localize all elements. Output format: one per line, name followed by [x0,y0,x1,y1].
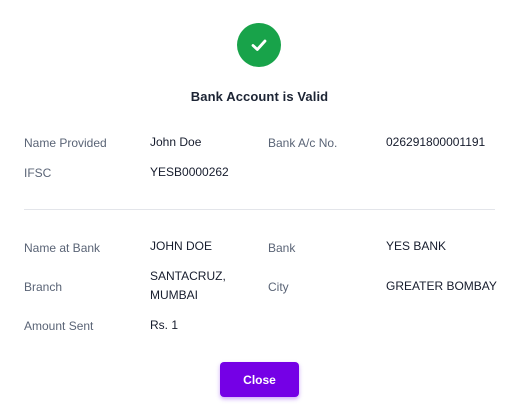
dialog-title: Bank Account is Valid [190,89,329,104]
bank-value: YES BANK [386,239,447,253]
bank-label: Bank [268,241,296,255]
branch-value-line1: SANTACRUZ, [150,269,226,283]
close-button[interactable]: Close [220,362,299,397]
amount-sent-value: Rs. 1 [150,318,179,332]
checkmark-icon [251,39,267,51]
ifsc-value: YESB0000262 [150,165,229,179]
success-badge [237,23,281,67]
name-at-bank-value: JOHN DOE [150,239,213,253]
branch-label: Branch [24,280,63,294]
city-label: City [268,280,289,294]
ifsc-label: IFSC [24,166,52,180]
name-provided-value: John Doe [150,135,202,149]
branch-value-line2: MUMBAI [150,288,198,302]
account-number-value: 026291800001191 [386,135,486,149]
name-provided-label: Name Provided [24,136,107,150]
amount-sent-label: Amount Sent [24,319,94,333]
city-value: GREATER BOMBAY [386,279,497,293]
section-divider [24,209,495,210]
name-at-bank-label: Name at Bank [24,241,101,255]
account-number-label: Bank A/c No. [268,136,338,150]
bank-validation-dialog: Bank Account is Valid Name Provided John… [0,0,519,414]
